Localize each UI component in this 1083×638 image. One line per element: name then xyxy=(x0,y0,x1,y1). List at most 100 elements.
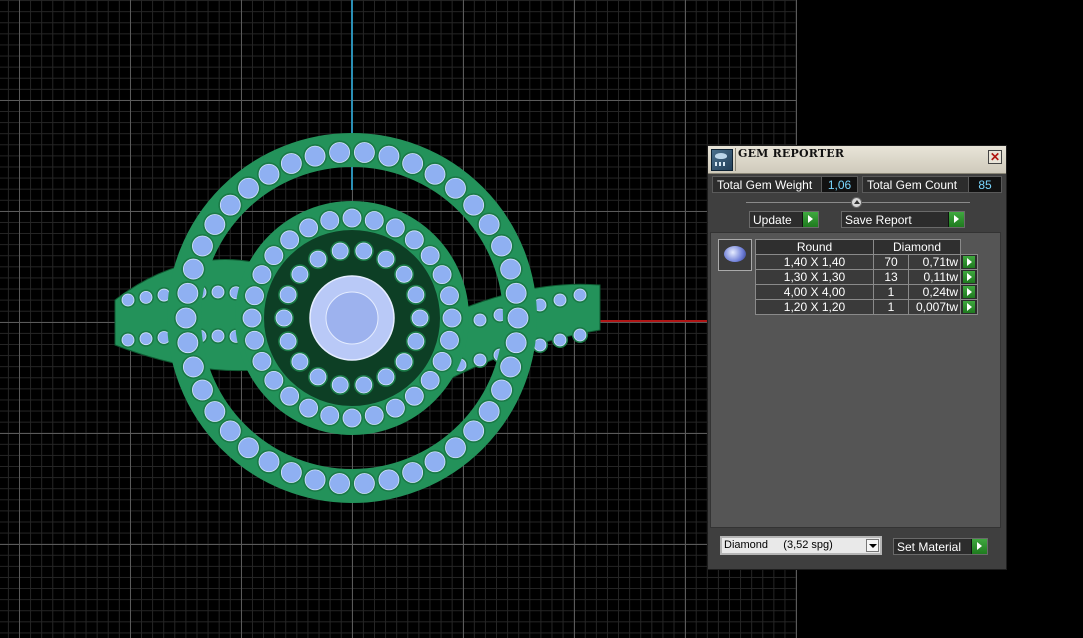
gem-stone xyxy=(192,235,213,257)
row-select-button[interactable] xyxy=(960,284,978,300)
gem-stone xyxy=(320,406,340,425)
row-select-button[interactable] xyxy=(960,269,978,285)
gem-stone xyxy=(402,462,424,483)
close-icon[interactable]: ✕ xyxy=(988,150,1002,164)
gem-stone xyxy=(264,246,284,266)
table-row[interactable]: 1,30 X 1,30 13 0,11tw xyxy=(755,269,978,285)
gem-stone xyxy=(280,462,302,483)
gem-stone xyxy=(404,386,424,406)
gem-stone xyxy=(354,142,375,163)
gem-stone xyxy=(329,142,350,163)
gem-stone xyxy=(182,356,204,378)
panel-title: GEM REPORTER xyxy=(738,147,845,160)
arrow-right-icon xyxy=(963,301,975,313)
gem-stone xyxy=(331,376,349,394)
total-gem-count-value: 85 xyxy=(968,176,1002,193)
gem-stone xyxy=(442,308,462,328)
arrow-right-icon xyxy=(971,539,987,554)
ring-model[interactable] xyxy=(0,0,797,638)
gem-thumbnail-icon[interactable] xyxy=(718,239,752,271)
gem-stone xyxy=(320,211,340,230)
table-row[interactable]: 1,40 X 1,40 70 0,71tw xyxy=(755,254,978,270)
update-button-label: Update xyxy=(753,213,792,227)
gem-stone xyxy=(432,265,452,285)
material-dropdown-value: Diamond (3,52 spg) xyxy=(724,539,833,551)
gem-stone xyxy=(440,286,459,306)
gem-stone xyxy=(252,351,272,371)
gem-stone xyxy=(533,338,547,352)
gem-stone xyxy=(299,218,319,238)
set-material-button[interactable]: Set Material xyxy=(893,538,988,555)
update-button[interactable]: Update xyxy=(749,211,819,228)
material-dropdown[interactable]: Diamond (3,52 spg) xyxy=(720,536,882,555)
gem-stone xyxy=(553,333,567,347)
title-bar[interactable]: GEM REPORTER ✕ xyxy=(708,146,1006,174)
gem-stone xyxy=(139,332,153,346)
gem-stone xyxy=(211,329,225,343)
gem-weight: 0,11tw xyxy=(908,269,961,285)
gem-stone xyxy=(299,398,319,418)
gem-reporter-icon xyxy=(711,149,733,171)
set-material-button-label: Set Material xyxy=(897,540,962,554)
dropdown-arrow-icon[interactable] xyxy=(866,539,879,552)
gem-stone xyxy=(238,437,259,459)
gem-stone xyxy=(280,230,300,250)
gem-stone xyxy=(507,307,529,329)
gem-stone xyxy=(177,282,199,304)
header-spacer xyxy=(961,240,978,255)
gem-stone xyxy=(192,379,213,401)
gem-stone xyxy=(424,451,446,473)
material-header: Diamond xyxy=(873,239,961,255)
gem-stone xyxy=(291,265,309,283)
table-row[interactable]: 1,20 X 1,20 1 0,007tw xyxy=(755,299,978,315)
arrow-right-icon xyxy=(948,212,964,227)
gem-stone xyxy=(275,309,293,327)
gem-stone xyxy=(378,145,400,167)
center-stone-table xyxy=(325,291,379,345)
gem-weight: 0,24tw xyxy=(908,284,961,300)
gem-stone xyxy=(204,401,226,422)
gem-stone xyxy=(279,332,297,350)
gem-stone xyxy=(407,286,425,304)
gem-stone xyxy=(432,351,452,371)
gem-stone xyxy=(553,293,567,307)
gem-stone xyxy=(204,214,226,235)
gem-stone xyxy=(573,328,587,342)
gem-stone xyxy=(175,307,197,329)
gem-stone xyxy=(280,386,300,406)
table-row[interactable]: 4,00 X 4,00 1 0,24tw xyxy=(755,284,978,300)
splitter-knob-icon[interactable] xyxy=(851,197,862,208)
gem-stone xyxy=(463,420,485,442)
row-select-button[interactable] xyxy=(960,299,978,315)
gem-stone xyxy=(238,177,259,199)
arrow-right-icon xyxy=(963,286,975,298)
gem-weight: 0,007tw xyxy=(908,299,961,315)
gem-stone xyxy=(573,288,587,302)
gem-stone xyxy=(177,332,199,354)
gem-table-header: Round Diamond xyxy=(755,239,978,255)
gem-stone xyxy=(182,258,204,280)
gem-stone xyxy=(309,250,327,268)
gem-stone xyxy=(377,250,395,268)
save-report-button[interactable]: Save Report xyxy=(841,211,965,228)
3d-viewport[interactable] xyxy=(0,0,797,638)
save-report-button-label: Save Report xyxy=(845,213,912,227)
gem-list-area: Round Diamond 1,40 X 1,40 70 0,71tw 1,30… xyxy=(710,232,1001,528)
gem-stone xyxy=(355,242,373,260)
gem-table: Round Diamond 1,40 X 1,40 70 0,71tw 1,30… xyxy=(755,239,978,315)
gem-count: 13 xyxy=(873,269,909,285)
gem-stone xyxy=(245,330,264,350)
gem-stone xyxy=(411,309,429,327)
gem-stone xyxy=(473,313,487,327)
gem-stone xyxy=(407,332,425,350)
gem-stone xyxy=(500,356,522,378)
gem-stone xyxy=(424,163,446,185)
gem-stone xyxy=(402,153,424,174)
row-select-button[interactable] xyxy=(960,254,978,270)
gem-stone xyxy=(219,420,241,442)
gem-stone xyxy=(404,230,424,250)
gem-stone xyxy=(395,265,413,283)
gem-size: 4,00 X 4,00 xyxy=(755,284,874,300)
shape-header: Round xyxy=(755,239,874,255)
gem-stone xyxy=(395,353,413,371)
